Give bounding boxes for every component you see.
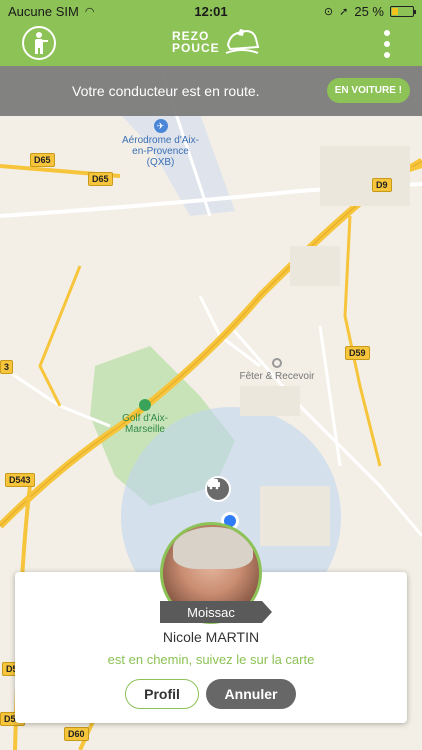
driver-name: Nicole MARTIN [162, 629, 260, 645]
carrier-label: Aucune SIM [8, 3, 79, 19]
orientation-lock-icon: ⊙ [323, 5, 334, 18]
location-arrow-icon: ➚ [339, 5, 349, 18]
road-label-d65-a: D65 [30, 153, 55, 167]
poi-feter[interactable]: Fêter & Recevoir [232, 358, 322, 382]
poi-golf[interactable]: Golf d'Aix-Marseille [112, 399, 178, 435]
driver-status: est en chemin, suivez le sur la carte [107, 652, 315, 667]
thumb-car-icon [225, 29, 259, 54]
road-label-d60: D60 [64, 727, 89, 741]
clock: 12:01 [194, 3, 228, 19]
poi-golf-label: Golf d'Aix-Marseille [122, 413, 168, 435]
road-label-d543: D543 [5, 473, 35, 487]
road-label-3: 3 [0, 360, 14, 374]
battery-percent: 25 % [354, 3, 384, 19]
golf-icon [139, 399, 151, 411]
car-pin-icon[interactable] [205, 476, 231, 502]
en-voiture-button[interactable]: EN VOITURE ! [326, 78, 410, 103]
road-label-d65-b: D65 [88, 172, 113, 186]
notification-banner: Votre conducteur est en route. EN VOITUR… [0, 66, 422, 116]
poi-aerodrome[interactable]: ✈ Aérodrome d'Aix-en-Provence (QXB) [118, 119, 203, 168]
battery-icon [390, 5, 416, 17]
road-label-d59: D59 [345, 346, 370, 360]
driver-city-tag: Moissac [160, 601, 272, 623]
car-icon [208, 479, 220, 490]
place-icon [272, 358, 282, 368]
hitchhiker-icon [35, 32, 48, 54]
poi-feter-label: Fêter & Recevoir [239, 371, 315, 382]
app-header: REZO POUCE [0, 22, 422, 66]
profile-avatar-button[interactable] [22, 26, 56, 60]
road-label-d9: D9 [372, 178, 392, 192]
logo-text-bottom: POUCE [172, 41, 220, 55]
poi-aerodrome-label: Aérodrome d'Aix-en-Provence (QXB) [122, 135, 199, 168]
airport-icon: ✈ [153, 119, 168, 133]
app-logo: REZO POUCE [172, 27, 260, 57]
more-menu-button[interactable] [382, 30, 392, 58]
status-bar: Aucune SIM ◠ 12:01 ⊙ ➚ 25 % [0, 0, 422, 22]
notification-text: Votre conducteur est en route. [72, 83, 260, 99]
wifi-icon: ◠ [84, 5, 95, 18]
cancel-button[interactable]: Annuler [206, 679, 296, 709]
profile-button[interactable]: Profil [125, 679, 199, 709]
